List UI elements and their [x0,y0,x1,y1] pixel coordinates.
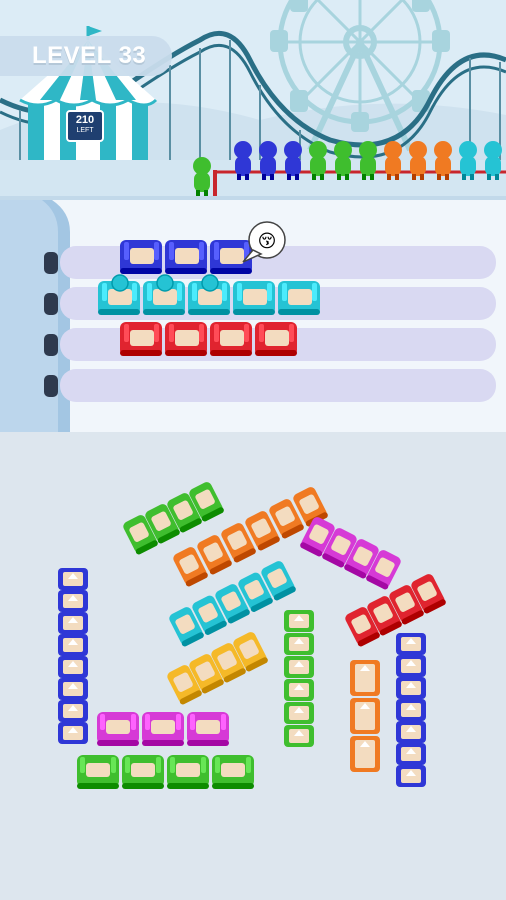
seated-passenger [111,274,129,292]
train-car[interactable] [58,700,88,722]
parked-train-blue[interactable] [58,568,88,744]
lane-train-car [98,274,140,315]
train-car[interactable] [122,755,164,789]
train-car[interactable] [58,722,88,744]
train-car[interactable] [58,678,88,700]
seated-passenger [201,274,219,292]
train-car[interactable] [350,736,380,772]
train-car[interactable] [187,712,229,746]
level-label: LEVEL 33 [32,42,147,69]
lane-train-car [233,281,275,315]
train-car[interactable] [284,725,314,747]
lane-gate [44,293,58,315]
train-car[interactable] [350,698,380,734]
parked-train-orange[interactable] [350,660,380,772]
train-car[interactable] [284,702,314,724]
train-car[interactable] [284,656,314,678]
lane-track[interactable] [60,369,496,402]
lane-gate [44,334,58,356]
train-car[interactable] [396,677,426,699]
lane-gate [44,252,58,274]
train-car[interactable] [58,634,88,656]
lane-train-car [255,322,297,356]
seated-passenger [156,274,174,292]
lane-train-car [210,240,252,274]
train-car[interactable] [58,590,88,612]
lane-train-car [120,322,162,356]
train-car[interactable] [97,712,139,746]
lane-train-car [165,322,207,356]
train-car[interactable] [58,656,88,678]
train-car[interactable] [212,755,254,789]
train-car[interactable] [284,679,314,701]
train-car[interactable] [350,660,380,696]
lane-train-car [188,274,230,315]
train-car[interactable] [396,655,426,677]
parked-train-magenta[interactable] [97,712,229,746]
train-car[interactable] [284,610,314,632]
train-car[interactable] [396,765,426,787]
train-car[interactable] [167,755,209,789]
queue-counter-value: 210 [75,114,95,126]
train-car[interactable] [58,568,88,590]
parked-train-blue[interactable] [396,633,426,787]
queue-counter: 210 LEFT [66,110,104,142]
train-car[interactable] [58,612,88,634]
train-car[interactable] [396,721,426,743]
lanes: 😚 [44,221,496,402]
lane-train-car [210,322,252,356]
lane-gate [44,375,58,397]
train-car[interactable] [396,743,426,765]
lane-train-car [120,240,162,274]
lane-train-car [278,281,320,315]
train-car[interactable] [77,755,119,789]
lane-train-car [165,240,207,274]
kiss-emoji-icon: 😚 [258,231,277,252]
lane-train-car [143,274,185,315]
queue-counter-label: LEFT [76,127,94,134]
train-car[interactable] [396,633,426,655]
train-car[interactable] [142,712,184,746]
train-car[interactable] [396,699,426,721]
train-car[interactable] [284,633,314,655]
